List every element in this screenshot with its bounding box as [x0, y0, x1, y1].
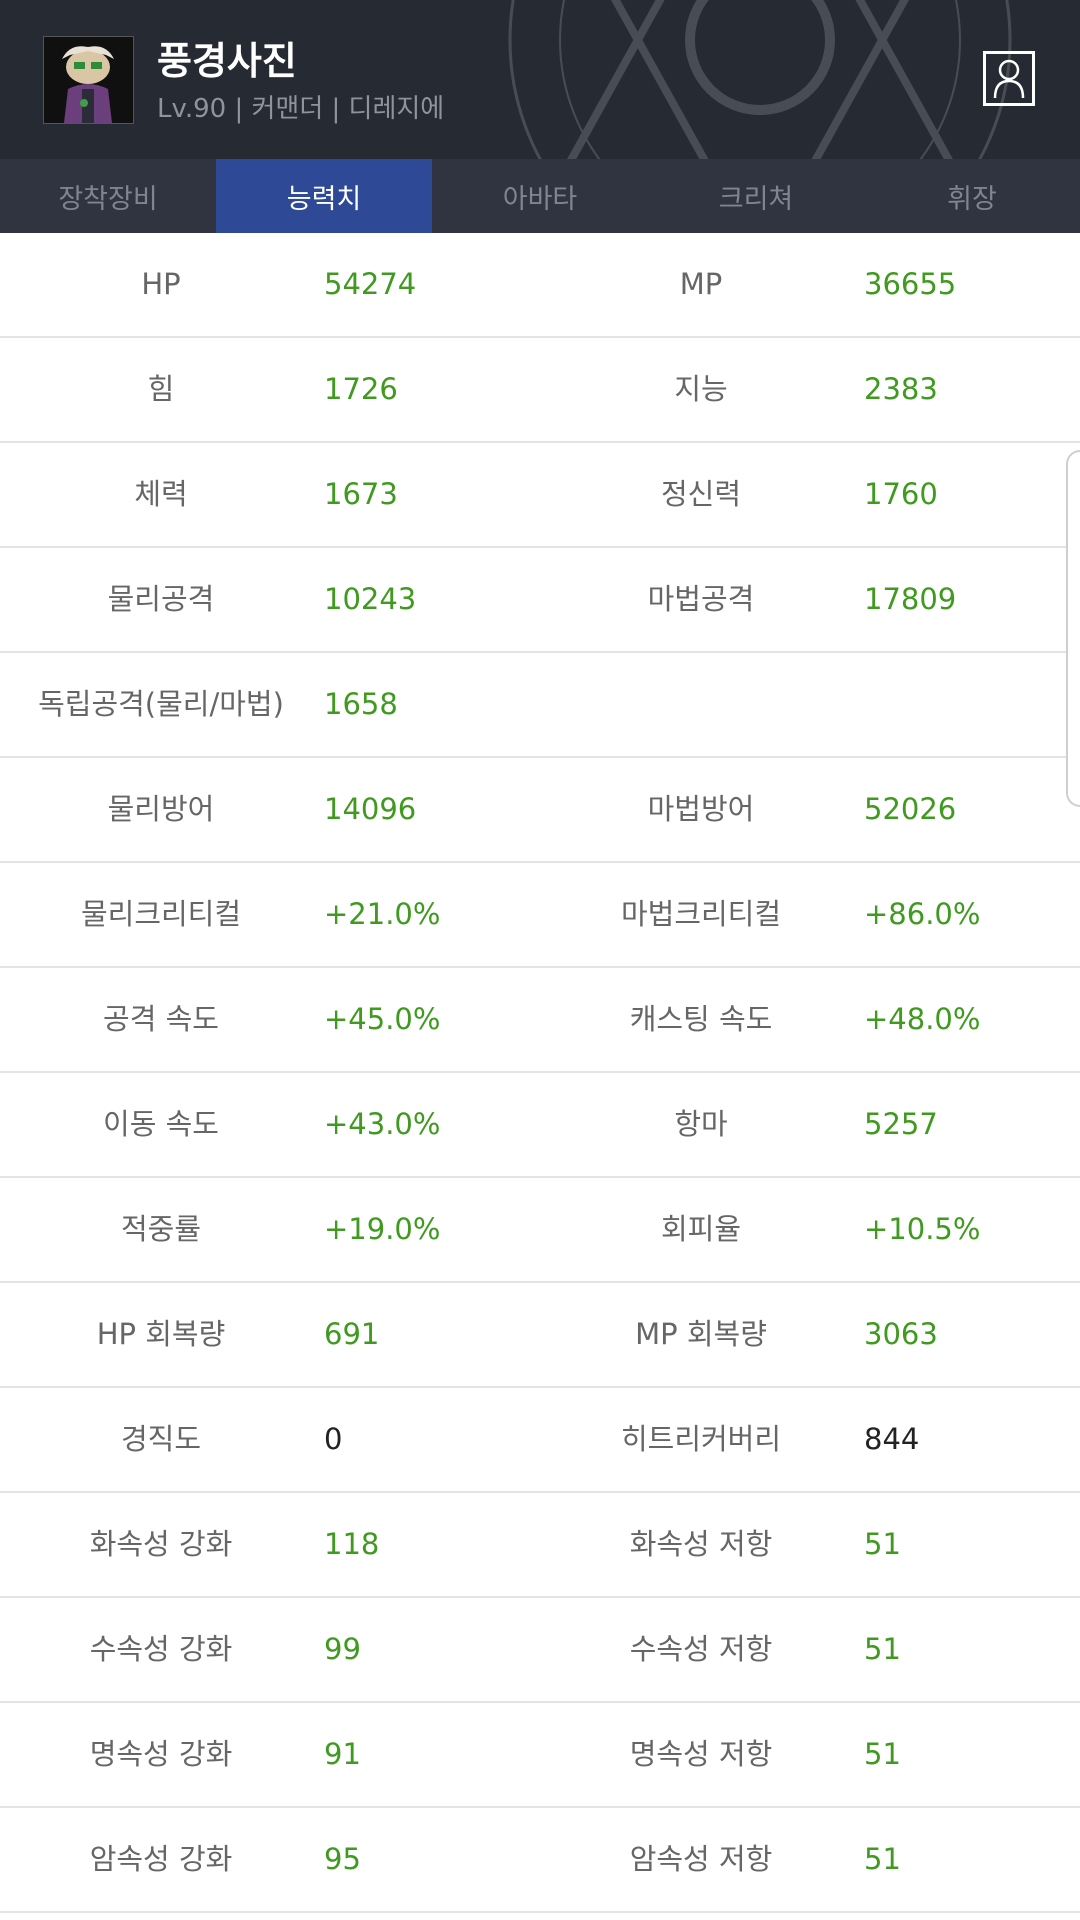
- user-profile-icon[interactable]: [983, 51, 1035, 106]
- stat-value: 844: [864, 1422, 920, 1456]
- tab-emblem[interactable]: 휘장: [864, 159, 1080, 233]
- stat-row: 수속성 강화 99 수속성 저항 51: [0, 1598, 1080, 1703]
- stat-label: 마법크리티컬: [620, 897, 782, 931]
- stat-value: 1726: [324, 372, 398, 406]
- stat-value: 691: [324, 1317, 380, 1351]
- stat-value: 52026: [864, 792, 957, 826]
- stat-value: 51: [864, 1737, 901, 1771]
- tab-stats[interactable]: 능력치: [216, 159, 432, 233]
- stat-value: 99: [324, 1632, 361, 1666]
- tab-bar: 장착장비 능력치 아바타 크리쳐 휘장: [0, 159, 1080, 233]
- tab-avatar[interactable]: 아바타: [432, 159, 648, 233]
- stat-label: 힘: [147, 372, 175, 406]
- stat-label: 공격 속도: [103, 1002, 219, 1036]
- stat-row: 화속성 강화 118 화속성 저항 51: [0, 1493, 1080, 1598]
- stat-label: 수속성 저항: [629, 1632, 773, 1666]
- stat-label: 명속성 저항: [629, 1737, 773, 1771]
- stat-label: 물리방어: [107, 792, 215, 826]
- tab-label: 아바타: [502, 183, 578, 215]
- stat-label: 히트리커버리: [620, 1422, 782, 1456]
- stat-label: 항마: [674, 1107, 728, 1141]
- stat-label: 마법공격: [647, 582, 755, 616]
- stat-value: 10243: [324, 582, 417, 616]
- stat-value: 0: [324, 1422, 343, 1456]
- stat-value: 17809: [864, 582, 957, 616]
- stat-label: 마법방어: [647, 792, 755, 826]
- edge-panel-handle[interactable]: [1066, 450, 1080, 807]
- stat-label: 체력: [134, 477, 188, 511]
- tab-label: 장착장비: [58, 183, 158, 215]
- stat-label: 화속성 저항: [629, 1527, 773, 1561]
- stat-label: MP: [679, 267, 723, 301]
- character-name: 풍경사진: [157, 39, 297, 83]
- stat-row: 독립공격(물리/마법) 1658: [0, 653, 1080, 758]
- stat-value: 51: [864, 1527, 901, 1561]
- stat-label: HP 회복량: [96, 1317, 226, 1351]
- stat-value: +48.0%: [864, 1002, 981, 1036]
- stat-label: 회피율: [660, 1212, 742, 1246]
- stat-value: +45.0%: [324, 1002, 441, 1036]
- stat-row: 이동 속도 +43.0% 항마 5257: [0, 1073, 1080, 1178]
- stat-value: +86.0%: [864, 897, 981, 931]
- stat-value: 3063: [864, 1317, 938, 1351]
- stat-value: 5257: [864, 1107, 938, 1141]
- tab-label: 크리쳐: [718, 183, 794, 215]
- stat-value: 14096: [324, 792, 417, 826]
- stat-label: HP: [141, 267, 181, 301]
- stat-value: 95: [324, 1842, 361, 1876]
- stat-row: 적중률 +19.0% 회피율 +10.5%: [0, 1178, 1080, 1283]
- stat-value: 36655: [864, 267, 957, 301]
- stat-row: 물리방어 14096 마법방어 52026: [0, 758, 1080, 863]
- tab-equipment[interactable]: 장착장비: [0, 159, 216, 233]
- stat-value: 1673: [324, 477, 398, 511]
- stat-value: 51: [864, 1632, 901, 1666]
- stat-label: [540, 653, 862, 756]
- stat-row: 경직도 0 히트리커버리 844: [0, 1388, 1080, 1493]
- stat-value: 51: [864, 1842, 901, 1876]
- stat-label: 경직도: [120, 1422, 202, 1456]
- stat-row: HP 회복량 691 MP 회복량 3063: [0, 1283, 1080, 1388]
- stat-label: 이동 속도: [103, 1107, 219, 1141]
- stat-row: 암속성 강화 95 암속성 저항 51: [0, 1808, 1080, 1913]
- character-portrait-icon: [43, 36, 134, 124]
- tab-label: 휘장: [947, 183, 997, 215]
- stat-label: 명속성 강화: [89, 1737, 233, 1771]
- stat-value: 118: [324, 1527, 380, 1561]
- magic-circle-decoration: [508, 0, 1012, 159]
- stat-label: 캐스팅 속도: [629, 1002, 773, 1036]
- stat-label: MP 회복량: [635, 1317, 767, 1351]
- stat-value: 1658: [324, 687, 398, 721]
- stat-value: 1760: [864, 477, 938, 511]
- stat-value: +43.0%: [324, 1107, 441, 1141]
- stat-label: 화속성 강화: [89, 1527, 233, 1561]
- stat-row: 물리크리티컬 +21.0% 마법크리티컬 +86.0%: [0, 863, 1080, 968]
- stat-row: 공격 속도 +45.0% 캐스팅 속도 +48.0%: [0, 968, 1080, 1073]
- stat-value: 91: [324, 1737, 361, 1771]
- character-header: 풍경사진 Lv.90 | 커맨더 | 디레지에: [0, 0, 1080, 159]
- stat-row: 힘 1726 지능 2383: [0, 338, 1080, 443]
- tab-creature[interactable]: 크리쳐: [648, 159, 864, 233]
- stat-label: 암속성 강화: [89, 1842, 233, 1876]
- stat-label: 독립공격(물리/마법): [38, 687, 284, 721]
- stat-value: 2383: [864, 372, 938, 406]
- stat-value: +19.0%: [324, 1212, 441, 1246]
- stat-label: 수속성 강화: [89, 1632, 233, 1666]
- stat-row: 체력 1673 정신력 1760: [0, 443, 1080, 548]
- stat-label: 암속성 저항: [629, 1842, 773, 1876]
- stat-value: +21.0%: [324, 897, 441, 931]
- stat-value: 54274: [324, 267, 417, 301]
- stat-row: HP 54274 MP 36655: [0, 233, 1080, 338]
- stat-label: 물리크리티컬: [80, 897, 242, 931]
- stat-row: 물리공격 10243 마법공격 17809: [0, 548, 1080, 653]
- tab-label: 능력치: [286, 183, 362, 215]
- stat-row: 명속성 강화 91 명속성 저항 51: [0, 1703, 1080, 1808]
- stat-value: +10.5%: [864, 1212, 981, 1246]
- stat-label: 지능: [674, 372, 728, 406]
- stats-table: HP 54274 MP 36655 힘 1726 지능 2383 체력 1673…: [0, 233, 1080, 1913]
- character-level-class-server: Lv.90 | 커맨더 | 디레지에: [157, 94, 445, 124]
- stat-label: 적중률: [120, 1212, 202, 1246]
- stat-label: 정신력: [660, 477, 742, 511]
- stat-label: 물리공격: [107, 582, 215, 616]
